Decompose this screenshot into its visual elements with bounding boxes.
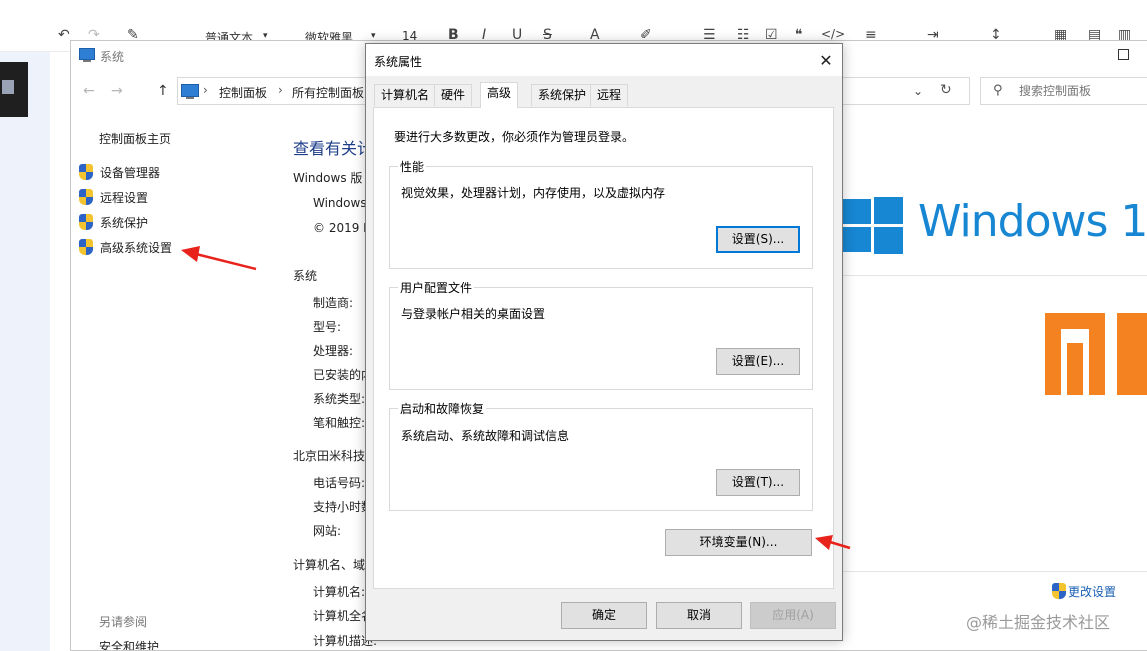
tab-advanced[interactable]: 高级 — [480, 82, 519, 108]
annotation-arrow — [815, 535, 851, 550]
annotation-arrow — [181, 246, 257, 271]
annotation-arrows — [181, 246, 851, 550]
watermark: @稀土掘金技术社区 — [966, 613, 1111, 632]
